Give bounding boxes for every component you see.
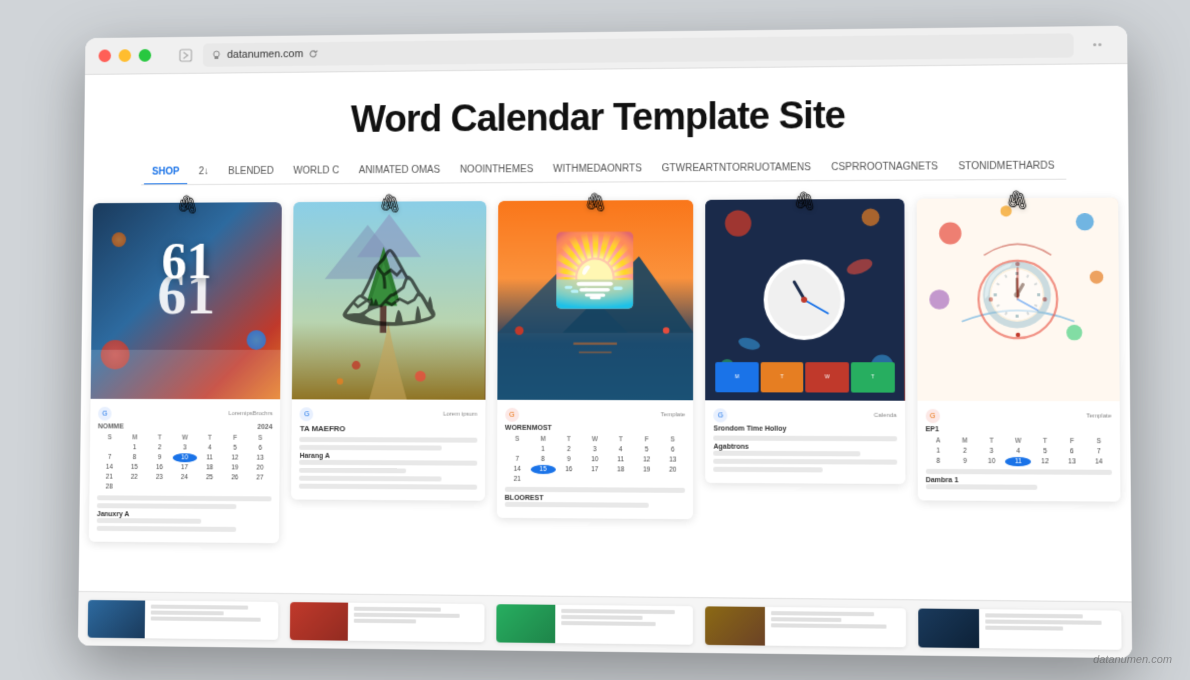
sunset-svg <box>497 200 693 400</box>
browser-content: Word Calendar Template Site SHOP 2↓ BLEN… <box>78 64 1132 658</box>
card-4-badge: G <box>713 408 727 422</box>
url-text: datanumen.com <box>227 48 303 61</box>
bottom-card-2[interactable] <box>290 602 484 642</box>
binder-clip-1: 🖇 <box>176 195 198 216</box>
card-3-sublabel: Template <box>661 412 685 418</box>
card-5[interactable]: G Template EP1 A M T W T <box>916 198 1120 502</box>
bottom-card-1[interactable] <box>88 600 279 640</box>
card-3-body: G Template WORENMOST S M T W T <box>497 400 694 519</box>
bottom-card-5-image <box>918 609 979 649</box>
card-5-body: G Template EP1 A M T W T <box>917 401 1120 502</box>
nav-item-noo[interactable]: NOOINTHEMES <box>452 158 541 183</box>
card-3-info: BLOOREST <box>505 487 686 508</box>
nav-item-2[interactable]: 2↓ <box>191 160 217 185</box>
nav-item-csp[interactable]: CSPRROOTNAGNETS <box>823 155 946 181</box>
card-5-heading: EP1 <box>925 426 1111 434</box>
card-5-image <box>916 198 1119 402</box>
card-1-image: 61 <box>91 202 283 399</box>
site-title: Word Calendar Template Site <box>142 93 1066 144</box>
card-2[interactable]: G Lorem ipsum TA MAEFRO Harang A <box>291 201 486 501</box>
card-3-wrapper: 🖇 <box>497 200 694 519</box>
card-1-calendar: NOMME 2024 S M T W T F S <box>97 423 272 492</box>
address-bar[interactable]: datanumen.com <box>203 33 1074 67</box>
card-4-heading: Srondom Time Holloy <box>713 425 896 433</box>
back-button[interactable] <box>176 45 195 65</box>
card-5-badge: G <box>925 409 939 423</box>
card-4-sublabel: Calenda <box>874 413 897 419</box>
card-2-body: G Lorem ipsum TA MAEFRO Harang A <box>291 399 485 500</box>
binder-clip-5: 🖇 <box>1005 190 1029 211</box>
card-1-info: Januxry A <box>97 495 272 532</box>
card-3-image <box>497 200 693 400</box>
card-4[interactable]: M T W T G Calenda Srondom <box>705 199 905 484</box>
nav-item-ston[interactable]: STONIDMETHARDS <box>950 154 1063 180</box>
bottom-card-4-content <box>765 607 906 647</box>
card-3-heading: WORENMOST <box>505 425 685 433</box>
card-4-image: M T W T <box>705 199 904 401</box>
card-2-image <box>292 201 486 400</box>
card-4-wrapper: 🖇 <box>705 199 905 484</box>
card-2-wrapper: 🖇 <box>291 201 486 501</box>
nav-item-with[interactable]: WITHMEDAONRTS <box>545 157 650 183</box>
card-1-wrapper: 🖇 61 G LoremipsBroch <box>89 202 282 543</box>
cards-area: 🖇 61 G LoremipsBroch <box>79 179 1132 601</box>
card-1-badge: G <box>98 407 112 421</box>
card-1-sublabel: LoremipsBrochrs <box>228 411 272 417</box>
card-2-sublabel: Lorem ipsum <box>443 412 477 418</box>
card-3-calendar: S M T W T F S 1 2 3 4 <box>505 435 686 485</box>
nature-path-svg <box>292 201 486 400</box>
color-grid: M T W T <box>715 362 894 393</box>
nav-item-blended[interactable]: BLENDED <box>220 160 281 185</box>
binder-clip-3: 🖇 <box>584 192 607 213</box>
site-header: Word Calendar Template Site SHOP 2↓ BLEN… <box>84 64 1129 186</box>
bottom-card-5-content <box>979 609 1122 650</box>
card-1-body: G LoremipsBrochrs NOMME 2024 S M <box>89 399 281 543</box>
bottom-card-3-content <box>555 605 693 645</box>
bottom-card-5[interactable] <box>918 609 1122 650</box>
card-1[interactable]: 61 G LoremipsBrochrs NOMME 2024 <box>89 202 282 543</box>
card-2-lines: Harang A <box>299 437 477 490</box>
bottom-row <box>78 591 1132 658</box>
card-3-badge: G <box>505 408 519 422</box>
traffic-light-fullscreen[interactable] <box>139 49 152 62</box>
card-2-heading: TA MAEFRO <box>300 424 477 434</box>
bottom-card-4-image <box>705 606 765 645</box>
traffic-light-close[interactable] <box>99 49 112 62</box>
nav-item-animated[interactable]: ANIMATED OMAS <box>351 159 448 184</box>
bottom-card-3[interactable] <box>496 604 693 645</box>
bottom-card-1-content <box>145 601 279 640</box>
card-5-calendar: A M T W T F S 1 2 3 4 5 <box>925 436 1112 466</box>
card-4-body: G Calenda Srondom Time Holloy Agabtrons <box>705 400 905 484</box>
bottom-card-3-image <box>496 604 555 643</box>
browser-window: datanumen.com Word Calendar Template Sit… <box>78 26 1132 659</box>
clock-minute-hand <box>804 299 830 315</box>
bottom-card-2-image <box>290 602 348 641</box>
card-4-info: Agabtrons <box>713 436 896 473</box>
card-5-wrapper: 🖇 <box>916 198 1120 502</box>
binder-clip-4: 🖇 <box>793 191 816 212</box>
clock-center-dot <box>801 297 807 303</box>
nav-item-shop[interactable]: SHOP <box>144 161 187 186</box>
nav-item-gtw[interactable]: GTWREARTNTORRUOTAMENS <box>654 156 819 182</box>
card-5-info: Dambra 1 <box>926 469 1113 490</box>
bottom-card-4[interactable] <box>705 606 905 647</box>
nav-item-world[interactable]: WORLD C <box>285 160 347 185</box>
card-5-sublabel: Template <box>1086 413 1111 419</box>
card-2-badge: G <box>300 407 314 421</box>
card-3[interactable]: G Template WORENMOST S M T W T <box>497 200 694 519</box>
bottom-card-1-image <box>88 600 145 638</box>
traffic-light-minimize[interactable] <box>119 49 132 62</box>
floral-svg <box>916 198 1119 402</box>
watermark: datanumen.com <box>1093 654 1172 666</box>
refresh-icon[interactable] <box>308 49 318 59</box>
binder-clip-2: 🖇 <box>378 194 401 215</box>
bottom-card-2-content <box>348 603 484 643</box>
clock-face <box>764 259 845 340</box>
lock-icon <box>211 49 223 61</box>
